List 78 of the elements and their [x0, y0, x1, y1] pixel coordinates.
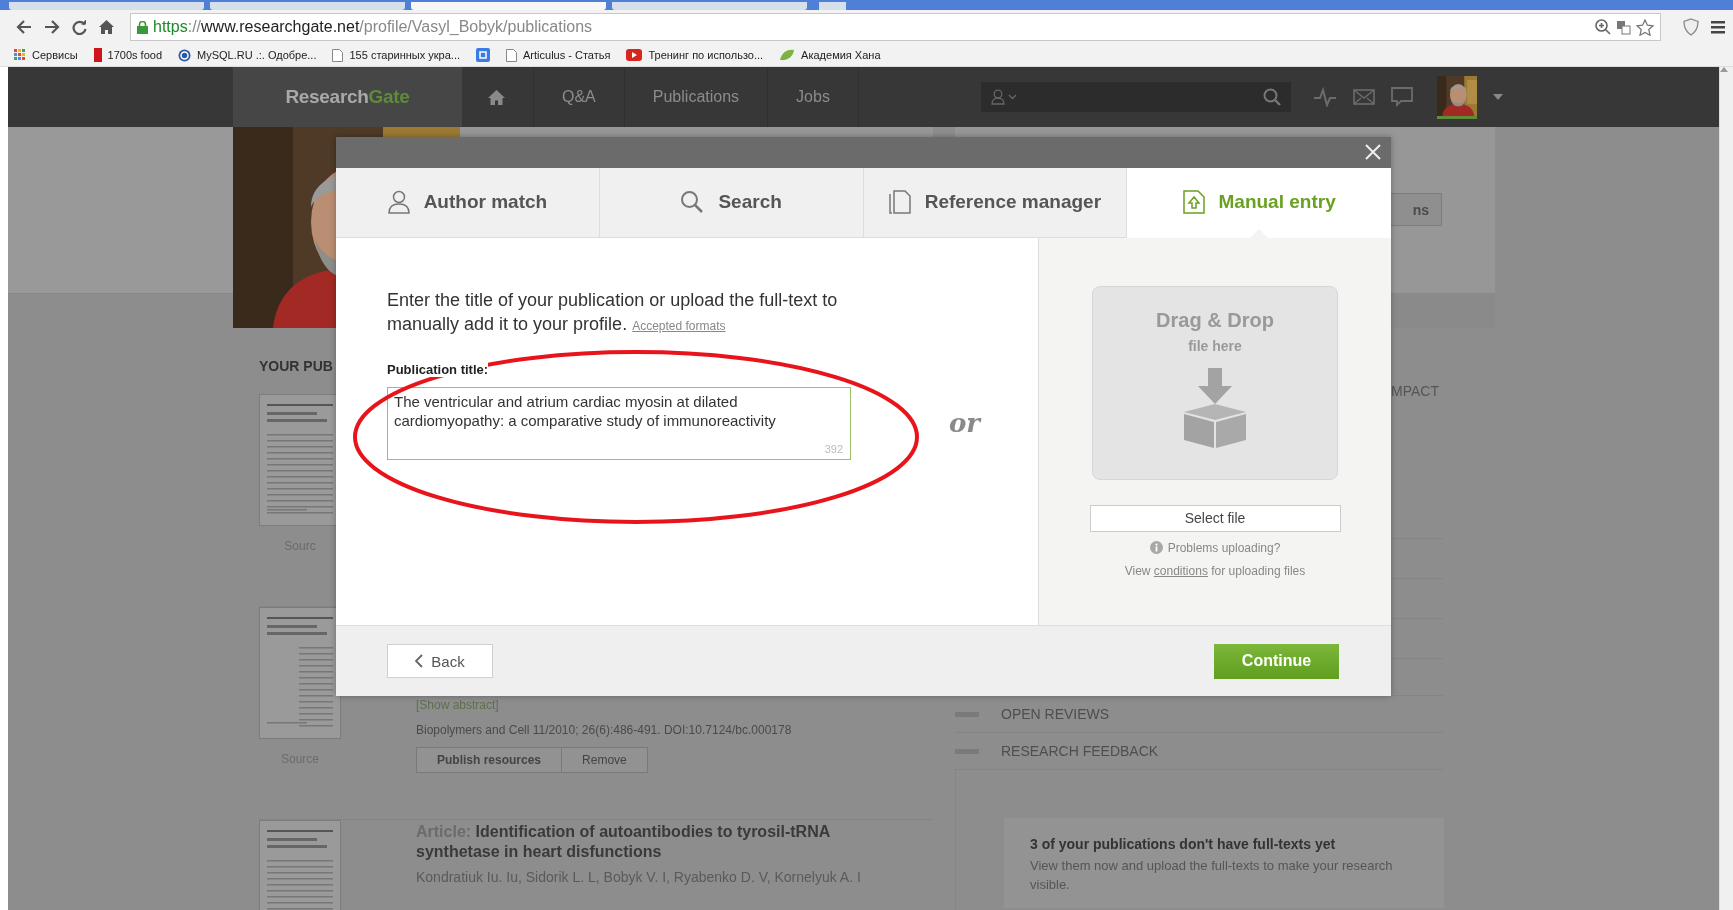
arrow-right-icon	[44, 20, 60, 34]
bookmark-link[interactable]: Articulus - Статья	[523, 49, 611, 61]
field-label: Publication title:	[387, 361, 489, 377]
shield-icon	[1683, 18, 1699, 36]
sidebar-link[interactable]: RESEARCH FEEDBACK	[1001, 743, 1159, 759]
drop-zone[interactable]: Drag & Drop file here	[1092, 285, 1338, 480]
zoom-icon	[1595, 19, 1611, 35]
bookmark-link[interactable]: MySQL.RU .:. Одобре...	[197, 49, 317, 61]
home-button[interactable]	[99, 20, 114, 34]
swirl-icon	[178, 48, 191, 62]
chat-icon	[1390, 87, 1413, 107]
dialog-tab[interactable]: Manual entry	[1127, 167, 1391, 238]
address-field[interactable]: https://www.researchgate.net/profile/Vasyl_Bobyk/publications	[130, 13, 1661, 41]
drop-subtitle: file here	[1188, 337, 1242, 354]
bookmark-link[interactable]: Тренинг по использо...	[648, 49, 764, 61]
page-icon	[332, 48, 344, 62]
bookmark-link[interactable]: Сервисы	[32, 49, 78, 61]
close-icon	[1365, 144, 1381, 161]
action-button[interactable]: Remove	[562, 747, 648, 773]
problems-link[interactable]: Problems uploading?	[1167, 540, 1281, 555]
menu-icon	[1711, 20, 1725, 34]
formats-link[interactable]: Accepted formats	[632, 318, 726, 333]
select-file-button[interactable]: Select file	[1089, 504, 1341, 532]
dialog-tab[interactable]: Reference manager	[863, 167, 1128, 238]
person-icon	[387, 190, 410, 215]
stat-label: MPACT	[1391, 383, 1439, 399]
drop-title: Drag & Drop	[1156, 308, 1274, 332]
info-icon	[1149, 541, 1163, 555]
bookmark-bar-icon	[93, 48, 102, 62]
character-count: 392	[824, 442, 843, 455]
bookmark-link[interactable]: Академия Хана	[801, 49, 881, 61]
forward-button[interactable]	[44, 20, 60, 34]
star-icon	[1636, 18, 1654, 36]
search-icon	[1262, 88, 1281, 106]
home-icon	[488, 89, 505, 105]
mail-icon	[1352, 89, 1375, 105]
conditions-link[interactable]: conditions	[1153, 563, 1208, 578]
home-icon	[99, 20, 114, 34]
translate-icon	[1616, 19, 1631, 35]
search-icon	[680, 190, 705, 215]
intro-text: Enter the title of your publication or upload the full-text to manually add it to your profile. Accepted formats	[387, 288, 839, 336]
page-icon	[506, 48, 517, 62]
card-title: 3 of your publications don't have full-texts yet	[1030, 836, 1337, 852]
video-icon	[626, 49, 643, 61]
caret-down-icon	[1492, 94, 1503, 100]
upload-icon	[1182, 190, 1205, 215]
section-heading: YOUR PUB	[259, 358, 333, 376]
dialog-tab[interactable]: Search	[599, 167, 864, 238]
square-icon	[476, 48, 490, 62]
bookmark-link[interactable]: 155 старинных укра...	[349, 49, 460, 61]
search-field[interactable]	[980, 82, 1291, 112]
document-thumbnail[interactable]	[259, 607, 341, 739]
site-logo[interactable]: ResearchGate	[233, 67, 462, 127]
back-button[interactable]	[16, 20, 32, 34]
box-arrow-icon	[1182, 367, 1248, 448]
arrow-left-icon	[16, 20, 32, 34]
continue-button[interactable]: Continue	[1214, 643, 1339, 679]
or-divider-text: or	[949, 408, 981, 439]
publication-meta: Biopolymers and Cell 11/2010; 26(6):486-491. DOI:10.7124/bc.000178	[416, 723, 793, 737]
apps-icon	[14, 49, 26, 61]
header-button[interactable]: ns	[1391, 193, 1442, 226]
lock-icon	[137, 20, 148, 34]
action-button[interactable]: Publish resources	[416, 747, 563, 773]
reload-button[interactable]	[72, 19, 87, 35]
leaf-icon	[779, 49, 796, 61]
reload-icon	[72, 19, 87, 35]
pulse-icon	[1312, 87, 1337, 107]
dialog-tab[interactable]: Author match	[336, 167, 600, 238]
card-text: View them now and upload the full-texts to make your research visible.	[1030, 857, 1394, 894]
back-button[interactable]: Back	[387, 644, 493, 679]
person-caret-icon	[990, 89, 1019, 105]
close-button[interactable]	[1365, 144, 1381, 161]
menu-button[interactable]	[1711, 20, 1725, 34]
document-icon	[888, 190, 911, 215]
sidebar-link[interactable]: OPEN REVIEWS	[1001, 706, 1110, 722]
bookmark-link[interactable]: 1700s food	[107, 49, 162, 61]
conditions-note: View conditions for uploading files	[1124, 563, 1306, 578]
chevron-left-icon	[415, 654, 424, 669]
